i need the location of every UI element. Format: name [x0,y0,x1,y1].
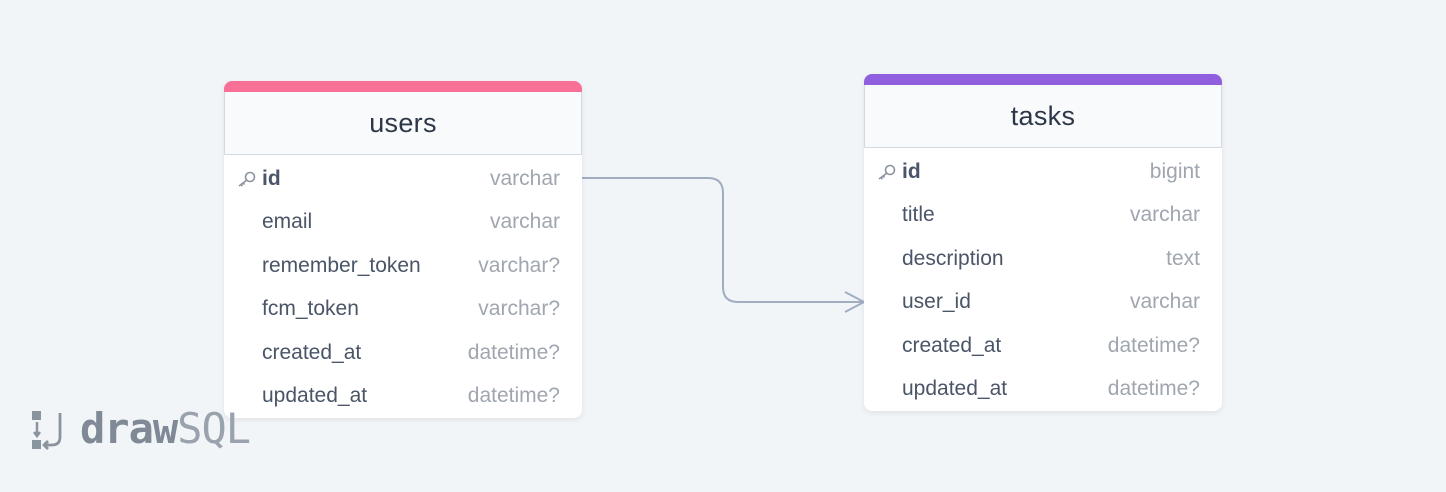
column-name: email [262,210,313,234]
column-name: id [262,166,281,190]
column-row[interactable]: id bigint [864,150,1222,194]
logo-word-draw: draw [80,404,178,453]
table-accent-bar [224,81,582,92]
column-row[interactable]: description text [864,237,1222,281]
column-type: varchar? [478,297,560,321]
column-type: varchar [1129,203,1200,227]
column-type: varchar [489,166,560,190]
table-accent-bar [864,74,1222,85]
column-type: datetime? [1107,377,1200,401]
drawsql-logo-icon [32,410,62,450]
column-type: datetime? [467,340,560,364]
column-name: description [902,246,1004,270]
column-row[interactable]: remember_token varchar? [224,244,582,288]
primary-key-icon [878,164,896,180]
column-type: datetime? [1107,333,1200,357]
column-row[interactable]: user_id varchar [864,281,1222,325]
column-row[interactable]: title varchar [864,194,1222,238]
column-row[interactable]: created_at datetime? [864,324,1222,368]
column-name: title [902,203,935,227]
table-title: users [369,107,437,138]
column-type: varchar [489,210,560,234]
primary-key-icon [238,171,256,187]
column-row[interactable]: updated_at datetime? [864,368,1222,412]
column-type: bigint [1149,159,1200,183]
table-title: tasks [1010,100,1076,131]
table-header[interactable]: tasks [864,85,1222,148]
column-type: varchar? [478,253,560,277]
column-type: text [1166,246,1200,270]
column-name: id [902,159,921,183]
column-type: varchar [1129,290,1200,314]
column-name: created_at [902,333,1002,357]
table-users[interactable]: users id varchar email varchar remember_… [224,81,582,418]
crowfoot-many-marker [843,291,865,313]
column-row[interactable]: fcm_token varchar? [224,288,582,332]
table-tasks[interactable]: tasks id bigint title varchar descriptio… [864,74,1222,411]
column-name: created_at [262,340,362,364]
column-name: updated_at [902,377,1008,401]
column-row[interactable]: updated_at datetime? [224,375,582,419]
logo-word-sql: SQL [177,404,251,453]
column-row[interactable]: id varchar [224,157,582,201]
drawsql-logo: draw SQL [30,404,251,453]
column-type: datetime? [467,384,560,408]
column-name: remember_token [262,253,421,277]
column-name: updated_at [262,384,368,408]
column-row[interactable]: created_at datetime? [224,331,582,375]
column-name: user_id [902,290,971,314]
column-row[interactable]: email varchar [224,201,582,245]
table-header[interactable]: users [224,92,582,155]
column-name: fcm_token [262,297,359,321]
